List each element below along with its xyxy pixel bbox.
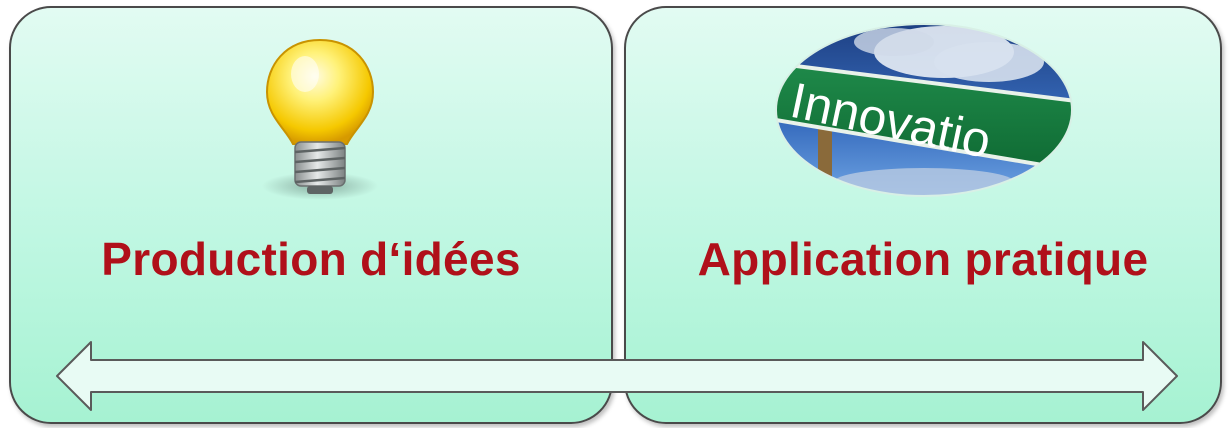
idea-production-label: Production d‘idées [101,233,521,285]
double-headed-arrow [56,341,1178,411]
innovation-sign-image: Innovatio [775,23,1073,197]
lightbulb-icon [262,38,378,200]
practical-application-label: Application pratique [697,233,1149,285]
